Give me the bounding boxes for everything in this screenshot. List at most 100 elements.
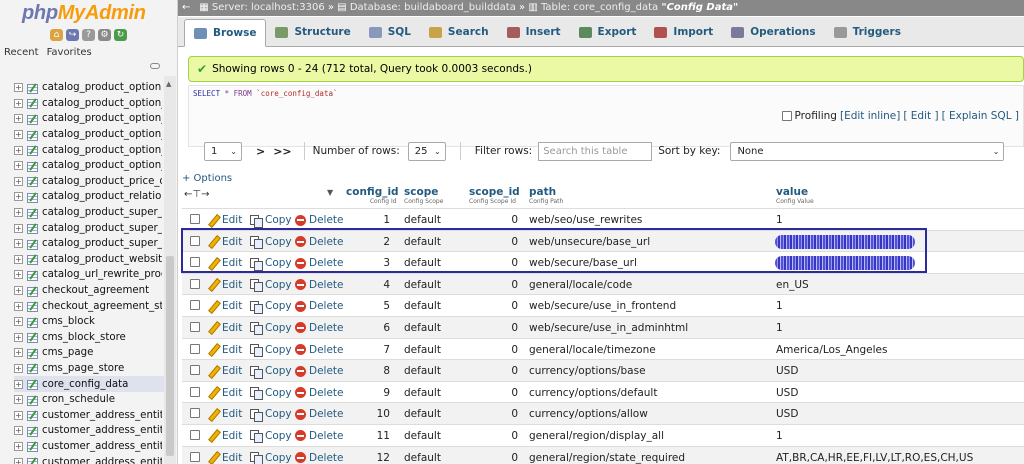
delete-button[interactable]: Delete xyxy=(295,408,344,420)
nav-table-item[interactable]: + cms_block_store xyxy=(14,330,164,346)
row-checkbox[interactable] xyxy=(190,408,200,419)
table-icon[interactable] xyxy=(27,332,38,344)
table-icon[interactable] xyxy=(27,270,38,281)
tab-sql[interactable]: SQL xyxy=(360,18,420,46)
edit-button[interactable]: Edit xyxy=(208,387,242,399)
copy-button[interactable]: Copy xyxy=(250,387,292,401)
table-icon[interactable] xyxy=(27,286,38,297)
cell-value[interactable]: AT,BR,CA,HR,EE,FI,LV,LT,RO,ES,CH,US xyxy=(776,452,973,464)
cell-path[interactable]: currency/options/allow xyxy=(529,408,648,420)
nav-table-label[interactable]: cms_block_store xyxy=(42,332,162,343)
delete-button[interactable]: Delete xyxy=(295,387,344,399)
cell-scope[interactable]: default xyxy=(404,257,441,269)
expand-icon[interactable]: + xyxy=(14,395,23,405)
cell-path[interactable]: web/secure/use_in_adminhtml xyxy=(529,322,688,334)
row-checkbox[interactable] xyxy=(190,343,200,354)
table-icon[interactable] xyxy=(27,426,38,437)
expand-icon[interactable]: + xyxy=(14,114,23,124)
row-checkbox[interactable] xyxy=(190,321,200,332)
copy-button[interactable]: Copy xyxy=(250,236,292,250)
edit-button[interactable]: Edit xyxy=(208,236,242,248)
cell-config-id[interactable]: 5 xyxy=(360,300,390,312)
nav-table-label[interactable]: cms_block xyxy=(42,316,162,327)
delete-button[interactable]: Delete xyxy=(295,452,344,464)
row-checkbox[interactable] xyxy=(190,257,200,268)
delete-button[interactable]: Delete xyxy=(295,214,344,226)
nav-table-item[interactable]: + catalog_product_option_ty xyxy=(14,142,164,158)
nav-table-label[interactable]: catalog_url_rewrite_produc xyxy=(42,269,162,280)
nav-table-item[interactable]: + catalog_product_option_pr xyxy=(14,96,164,112)
nav-table-item[interactable]: + catalog_product_website xyxy=(14,252,164,268)
cell-scope[interactable]: default xyxy=(404,214,441,226)
nav-table-item[interactable]: + catalog_product_option_ty xyxy=(14,127,164,143)
nav-table-item[interactable]: + cms_page xyxy=(14,345,164,361)
nav-table-label[interactable]: catalog_product_super_att xyxy=(42,223,162,234)
expand-icon[interactable]: + xyxy=(14,161,23,171)
cell-config-id[interactable]: 4 xyxy=(360,279,390,291)
table-icon[interactable] xyxy=(27,410,38,422)
page-select[interactable]: 1 ⌄ xyxy=(204,141,242,161)
copy-button[interactable]: Copy xyxy=(250,430,292,444)
edit-button[interactable]: Edit xyxy=(208,408,242,420)
nav-table-label[interactable]: catalog_product_super_att xyxy=(42,207,162,218)
nav-table-label[interactable]: catalog_product_option xyxy=(42,82,162,93)
nav-table-label[interactable]: catalog_product_option_tit xyxy=(42,113,162,124)
edit-button[interactable]: Edit xyxy=(208,279,242,291)
docs-icon[interactable]: ? xyxy=(82,29,95,41)
nav-table-item[interactable]: + customer_address_entity xyxy=(14,454,164,464)
expand-icon[interactable]: + xyxy=(14,457,23,464)
expand-icon[interactable]: + xyxy=(14,301,23,311)
cell-path[interactable]: general/region/state_required xyxy=(529,452,685,464)
edit-button[interactable]: Edit xyxy=(208,452,242,464)
nav-table-label[interactable]: catalog_product_option_ty xyxy=(42,160,162,171)
cell-scope[interactable]: default xyxy=(404,300,441,312)
sort-triangle-icon[interactable]: ▼ xyxy=(327,188,333,197)
tab-export[interactable]: Export xyxy=(570,18,646,46)
nav-table-item[interactable]: + checkout_agreement_store xyxy=(14,298,164,314)
options-toggle[interactable]: + Options xyxy=(182,173,232,184)
edit-button[interactable]: Edit xyxy=(208,430,242,442)
cell-path[interactable]: general/locale/timezone xyxy=(529,344,656,356)
nav-table-item[interactable]: + cms_block xyxy=(14,314,164,330)
nav-table-label[interactable]: catalog_product_relation xyxy=(42,191,162,202)
table-icon[interactable] xyxy=(27,395,38,406)
nav-table-item[interactable]: + catalog_product_option_ty xyxy=(14,158,164,174)
nav-table-item[interactable]: + customer_address_entity xyxy=(14,407,164,423)
expand-icon[interactable]: + xyxy=(14,98,23,108)
table-icon[interactable] xyxy=(27,145,38,157)
cell-scope-id[interactable]: 0 xyxy=(488,430,518,442)
tab-structure[interactable]: Structure xyxy=(266,18,359,46)
link-icon[interactable] xyxy=(150,63,160,69)
cell-scope[interactable]: default xyxy=(404,430,441,442)
nav-table-item[interactable]: + catalog_product_super_att xyxy=(14,205,164,221)
table-icon[interactable] xyxy=(27,130,38,141)
row-checkbox[interactable] xyxy=(190,235,200,246)
sql-query[interactable]: SELECT * FROM `core_config_data` xyxy=(193,89,338,98)
nav-table-label[interactable]: core_config_data xyxy=(42,379,162,390)
tab-browse[interactable]: Browse xyxy=(184,19,267,47)
row-checkbox[interactable] xyxy=(190,214,200,224)
table-icon[interactable] xyxy=(27,301,38,313)
cell-scope-id[interactable]: 0 xyxy=(488,344,518,356)
cell-scope-id[interactable]: 0 xyxy=(488,408,518,420)
edit-button[interactable]: Edit xyxy=(208,300,242,312)
table-icon[interactable] xyxy=(27,83,38,94)
scrollbar-thumb[interactable] xyxy=(166,256,174,456)
nav-table-item[interactable]: + cms_page_store xyxy=(14,361,164,377)
cell-scope[interactable]: default xyxy=(404,452,441,464)
table-icon[interactable] xyxy=(27,348,38,359)
nav-table-item[interactable]: + core_config_data xyxy=(14,376,164,392)
expand-icon[interactable]: + xyxy=(14,239,23,249)
cell-config-id[interactable]: 8 xyxy=(360,365,390,377)
cell-value[interactable]: America/Los_Angeles xyxy=(776,344,887,356)
cell-config-id[interactable]: 2 xyxy=(360,236,390,248)
nav-table-label[interactable]: catalog_product_option_ty xyxy=(42,145,162,156)
expand-icon[interactable]: + xyxy=(14,254,23,264)
table-icon[interactable] xyxy=(27,379,38,391)
cell-value[interactable]: 1 xyxy=(776,300,783,312)
nav-table-item[interactable]: + catalog_product_option_tit xyxy=(14,111,164,127)
expand-icon[interactable]: + xyxy=(14,176,23,186)
cell-path[interactable]: web/seo/use_rewrites xyxy=(529,214,642,226)
expand-icon[interactable]: + xyxy=(14,348,23,358)
expand-icon[interactable]: + xyxy=(14,270,23,280)
